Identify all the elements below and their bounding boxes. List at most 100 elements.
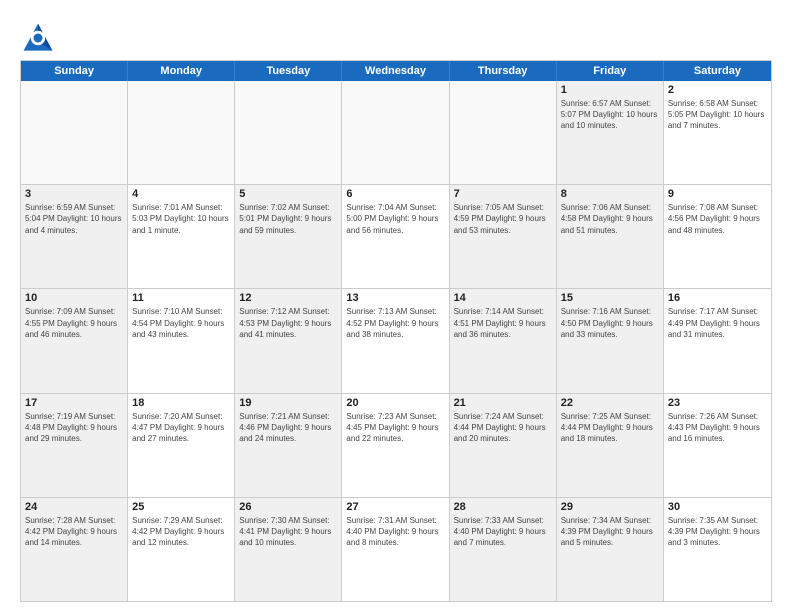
calendar-week-1: 1 Sunrise: 6:57 AM Sunset: 5:07 PM Daylig… [21, 81, 771, 185]
calendar-cell [235, 81, 342, 184]
calendar-cell: 24Sunrise: 7:28 AM Sunset: 4:42 PM Dayli… [21, 498, 128, 601]
calendar-cell: 6 Sunrise: 7:04 AM Sunset: 5:00 PM Daylig… [342, 185, 449, 288]
logo-icon [20, 20, 56, 56]
day-number: 28 [454, 501, 552, 513]
day-number: 23 [668, 397, 767, 409]
calendar-cell: 26 Sunrise: 7:30 AM Sunset: 4:41 PM Dayli… [235, 498, 342, 601]
calendar-cell: 30Sunrise: 7:35 AM Sunset: 4:39 PM Dayli… [664, 498, 771, 601]
day-info: Sunrise: 7:10 AM Sunset: 4:54 PM Dayligh… [132, 306, 230, 340]
calendar-cell: 10 Sunrise: 7:09 AM Sunset: 4:55 PM Dayli… [21, 289, 128, 392]
day-number: 27 [346, 501, 444, 513]
calendar-cell: 16Sunrise: 7:17 AM Sunset: 4:49 PM Dayli… [664, 289, 771, 392]
calendar-week-4: 17 Sunrise: 7:19 AM Sunset: 4:48 PM Dayli… [21, 394, 771, 498]
calendar-cell: 7 Sunrise: 7:05 AM Sunset: 4:59 PM Daylig… [450, 185, 557, 288]
calendar-week-3: 10 Sunrise: 7:09 AM Sunset: 4:55 PM Dayli… [21, 289, 771, 393]
day-info: Sunrise: 7:23 AM Sunset: 4:45 PM Dayligh… [346, 411, 444, 445]
calendar-cell: 25 Sunrise: 7:29 AM Sunset: 4:42 PM Dayli… [128, 498, 235, 601]
day-number: 15 [561, 292, 659, 304]
day-info: Sunrise: 6:58 AM Sunset: 5:05 PM Dayligh… [668, 98, 767, 132]
day-info: Sunrise: 7:19 AM Sunset: 4:48 PM Dayligh… [25, 411, 123, 445]
day-number: 17 [25, 397, 123, 409]
day-number: 18 [132, 397, 230, 409]
header-day-tuesday: Tuesday [235, 61, 342, 81]
day-info: Sunrise: 7:17 AM Sunset: 4:49 PM Dayligh… [668, 306, 767, 340]
day-number: 21 [454, 397, 552, 409]
calendar-cell [342, 81, 449, 184]
day-number: 13 [346, 292, 444, 304]
calendar-cell: 12Sunrise: 7:12 AM Sunset: 4:53 PM Dayli… [235, 289, 342, 392]
day-number: 26 [239, 501, 337, 513]
day-info: Sunrise: 7:13 AM Sunset: 4:52 PM Dayligh… [346, 306, 444, 340]
day-number: 5 [239, 188, 337, 200]
day-number: 4 [132, 188, 230, 200]
logo [20, 20, 60, 56]
day-info: Sunrise: 7:35 AM Sunset: 4:39 PM Dayligh… [668, 515, 767, 549]
day-number: 11 [132, 292, 230, 304]
header-day-saturday: Saturday [664, 61, 771, 81]
day-number: 22 [561, 397, 659, 409]
calendar-cell: 18 Sunrise: 7:20 AM Sunset: 4:47 PM Dayli… [128, 394, 235, 497]
calendar-cell: 4 Sunrise: 7:01 AM Sunset: 5:03 PM Daylig… [128, 185, 235, 288]
day-info: Sunrise: 7:01 AM Sunset: 5:03 PM Dayligh… [132, 202, 230, 236]
day-number: 10 [25, 292, 123, 304]
calendar-week-5: 24Sunrise: 7:28 AM Sunset: 4:42 PM Dayli… [21, 498, 771, 601]
day-info: Sunrise: 7:29 AM Sunset: 4:42 PM Dayligh… [132, 515, 230, 549]
calendar-body: 1 Sunrise: 6:57 AM Sunset: 5:07 PM Daylig… [21, 81, 771, 601]
calendar-cell: 15 Sunrise: 7:16 AM Sunset: 4:50 PM Dayli… [557, 289, 664, 392]
calendar-cell [450, 81, 557, 184]
calendar-cell: 28 Sunrise: 7:33 AM Sunset: 4:40 PM Dayli… [450, 498, 557, 601]
calendar-cell: 20 Sunrise: 7:23 AM Sunset: 4:45 PM Dayli… [342, 394, 449, 497]
day-number: 20 [346, 397, 444, 409]
day-info: Sunrise: 7:30 AM Sunset: 4:41 PM Dayligh… [239, 515, 337, 549]
day-info: Sunrise: 7:21 AM Sunset: 4:46 PM Dayligh… [239, 411, 337, 445]
calendar-header: SundayMondayTuesdayWednesdayThursdayFrid… [21, 61, 771, 81]
day-number: 3 [25, 188, 123, 200]
day-number: 24 [25, 501, 123, 513]
day-number: 29 [561, 501, 659, 513]
header-day-wednesday: Wednesday [342, 61, 449, 81]
calendar-cell: 22 Sunrise: 7:25 AM Sunset: 4:44 PM Dayli… [557, 394, 664, 497]
day-number: 9 [668, 188, 767, 200]
calendar-cell: 17 Sunrise: 7:19 AM Sunset: 4:48 PM Dayli… [21, 394, 128, 497]
day-info: Sunrise: 7:08 AM Sunset: 4:56 PM Dayligh… [668, 202, 767, 236]
calendar-cell: 3Sunrise: 6:59 AM Sunset: 5:04 PM Daylig… [21, 185, 128, 288]
calendar-cell: 29 Sunrise: 7:34 AM Sunset: 4:39 PM Dayli… [557, 498, 664, 601]
header-day-monday: Monday [128, 61, 235, 81]
calendar-cell: 9 Sunrise: 7:08 AM Sunset: 4:56 PM Daylig… [664, 185, 771, 288]
day-info: Sunrise: 7:02 AM Sunset: 5:01 PM Dayligh… [239, 202, 337, 236]
day-number: 7 [454, 188, 552, 200]
calendar-cell [21, 81, 128, 184]
day-info: Sunrise: 7:24 AM Sunset: 4:44 PM Dayligh… [454, 411, 552, 445]
calendar: SundayMondayTuesdayWednesdayThursdayFrid… [20, 60, 772, 602]
calendar-cell: 5 Sunrise: 7:02 AM Sunset: 5:01 PM Daylig… [235, 185, 342, 288]
day-info: Sunrise: 7:33 AM Sunset: 4:40 PM Dayligh… [454, 515, 552, 549]
day-info: Sunrise: 6:57 AM Sunset: 5:07 PM Dayligh… [561, 98, 659, 132]
day-info: Sunrise: 7:31 AM Sunset: 4:40 PM Dayligh… [346, 515, 444, 549]
day-number: 25 [132, 501, 230, 513]
day-number: 1 [561, 84, 659, 96]
header-day-friday: Friday [557, 61, 664, 81]
calendar-cell: 1 Sunrise: 6:57 AM Sunset: 5:07 PM Daylig… [557, 81, 664, 184]
calendar-cell: 11 Sunrise: 7:10 AM Sunset: 4:54 PM Dayli… [128, 289, 235, 392]
calendar-cell: 23 Sunrise: 7:26 AM Sunset: 4:43 PM Dayli… [664, 394, 771, 497]
day-info: Sunrise: 7:05 AM Sunset: 4:59 PM Dayligh… [454, 202, 552, 236]
day-number: 14 [454, 292, 552, 304]
calendar-cell: 19 Sunrise: 7:21 AM Sunset: 4:46 PM Dayli… [235, 394, 342, 497]
calendar-cell: 2Sunrise: 6:58 AM Sunset: 5:05 PM Daylig… [664, 81, 771, 184]
day-info: Sunrise: 7:25 AM Sunset: 4:44 PM Dayligh… [561, 411, 659, 445]
day-info: Sunrise: 7:20 AM Sunset: 4:47 PM Dayligh… [132, 411, 230, 445]
page: SundayMondayTuesdayWednesdayThursdayFrid… [0, 0, 792, 612]
day-info: Sunrise: 7:16 AM Sunset: 4:50 PM Dayligh… [561, 306, 659, 340]
day-info: Sunrise: 7:12 AM Sunset: 4:53 PM Dayligh… [239, 306, 337, 340]
day-number: 19 [239, 397, 337, 409]
day-info: Sunrise: 7:09 AM Sunset: 4:55 PM Dayligh… [25, 306, 123, 340]
day-info: Sunrise: 7:14 AM Sunset: 4:51 PM Dayligh… [454, 306, 552, 340]
header-day-thursday: Thursday [450, 61, 557, 81]
day-info: Sunrise: 7:34 AM Sunset: 4:39 PM Dayligh… [561, 515, 659, 549]
day-number: 6 [346, 188, 444, 200]
day-info: Sunrise: 7:26 AM Sunset: 4:43 PM Dayligh… [668, 411, 767, 445]
header [20, 16, 772, 56]
day-info: Sunrise: 7:04 AM Sunset: 5:00 PM Dayligh… [346, 202, 444, 236]
calendar-cell: 14 Sunrise: 7:14 AM Sunset: 4:51 PM Dayli… [450, 289, 557, 392]
calendar-cell: 27 Sunrise: 7:31 AM Sunset: 4:40 PM Dayli… [342, 498, 449, 601]
